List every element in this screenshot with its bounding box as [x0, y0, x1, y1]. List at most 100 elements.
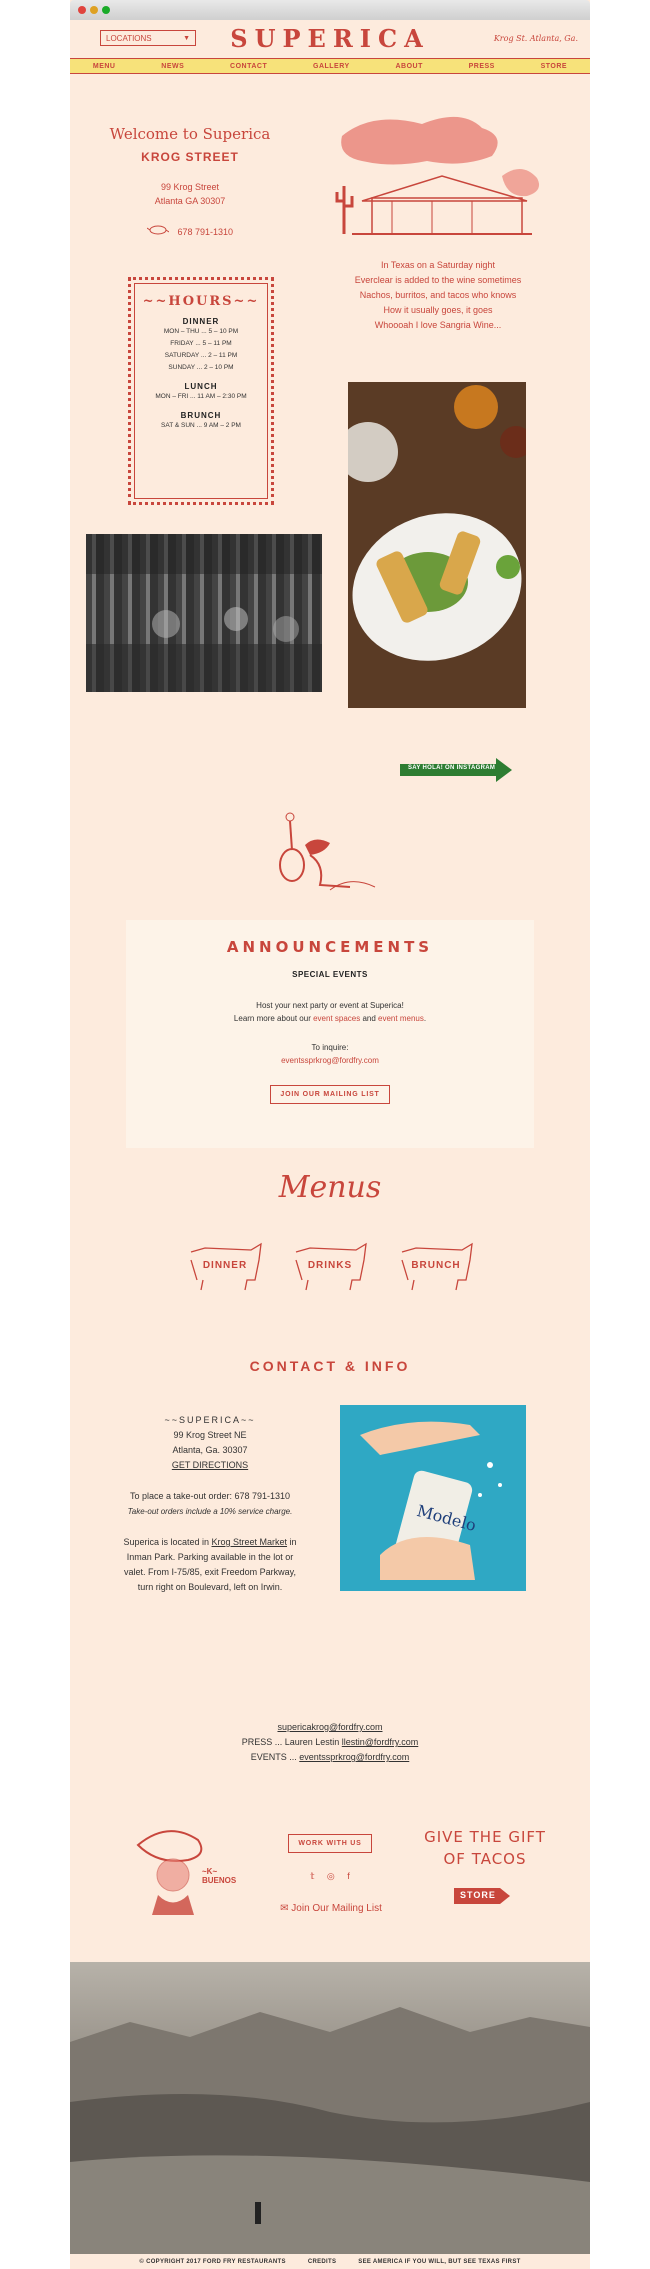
nav-item-gallery[interactable]: GALLERY	[313, 63, 350, 70]
event-menus-link[interactable]: event menus	[378, 1014, 424, 1023]
welcome-heading: Welcome to Superica	[109, 125, 271, 143]
hours-line: MON – FRI ... 11 AM – 2:30 PM	[155, 393, 247, 400]
brunch-label: BRUNCH	[180, 411, 222, 420]
menu-drinks-button[interactable]: DRINKS	[290, 1240, 370, 1296]
hours-line: SAT & SUN ... 9 AM – 2 PM	[161, 422, 241, 429]
sticker-text: ~K~ BUENOS	[202, 1867, 237, 1885]
phone-row[interactable]: 678 791-1310	[90, 224, 290, 237]
poem-line: Whoooah I love Sangria Wine...	[374, 320, 502, 330]
hours-line: SATURDAY ... 2 – 11 PM	[164, 352, 238, 359]
inquire-label: To inquire:	[311, 1043, 349, 1052]
copyright-text: © COPYRIGHT 2017 FORD FRY RESTAURANTS	[139, 2258, 286, 2265]
twitter-icon[interactable]: 𝕥	[310, 1871, 314, 1881]
text-fragment: Learn more about our	[233, 1014, 314, 1023]
events-email-link[interactable]: eventssprkrog@fordfry.com	[299, 1752, 409, 1762]
nav-item-contact[interactable]: CONTACT	[230, 63, 267, 70]
menu-dinner-label[interactable]: DINNER	[185, 1260, 265, 1271]
menu-brunch-label[interactable]: BRUNCH	[396, 1260, 476, 1271]
locations-label: LOCATIONS	[106, 34, 152, 43]
footer-slogan: SEE AMERICA IF YOU WILL, BUT SEE TEXAS F…	[358, 2258, 521, 2265]
store-label[interactable]: STORE	[460, 1890, 496, 1900]
event-spaces-link[interactable]: event spaces	[313, 1014, 360, 1023]
press-email-link[interactable]: llestin@fordfry.com	[342, 1737, 419, 1747]
main-email-link[interactable]: supericakrog@fordfry.com	[180, 1720, 480, 1735]
address-line: Atlanta GA 30307	[154, 196, 226, 206]
events-email-link[interactable]: eventssprkrog@fordfry.com	[281, 1056, 379, 1065]
phone-number[interactable]: 678 791-1310	[177, 227, 233, 237]
menu-drinks-label[interactable]: DRINKS	[290, 1260, 370, 1271]
nav-item-about[interactable]: ABOUT	[395, 63, 422, 70]
address-line: 99 Krog Street	[160, 182, 220, 192]
hours-card: ~~HOURS~~ DINNER MON – THU ... 5 – 10 PM…	[128, 277, 274, 505]
contact-emails: supericakrog@fordfry.com PRESS ... Laure…	[180, 1720, 480, 1765]
maximize-dot-icon[interactable]	[102, 6, 110, 14]
work-with-us-button[interactable]: WORK WITH US	[288, 1834, 372, 1853]
contact-heading: CONTACT & INFO	[249, 1358, 411, 1374]
mailing-list-link[interactable]: ✉ Join Our Mailing List	[266, 1903, 396, 1914]
mailing-list-label[interactable]: Join Our Mailing List	[291, 1903, 382, 1914]
special-events-heading: SPECIAL EVENTS	[292, 970, 368, 979]
nav-item-menu[interactable]: MENU	[93, 63, 116, 70]
events-contact: EVENTS ... eventssprkrog@fordfry.com	[180, 1750, 480, 1765]
poem-line: How it usually goes, it goes	[383, 305, 493, 315]
credits-link[interactable]: CREDITS	[308, 2259, 336, 2265]
chevron-down-icon: ▼	[183, 35, 190, 42]
join-mailing-list-button[interactable]: JOIN OUR MAILING LIST	[270, 1085, 390, 1104]
address-block: 99 Krog Street Atlanta GA 30307	[90, 180, 290, 208]
hours-line: SUNDAY ... 2 – 10 PM	[168, 364, 234, 371]
landscape-photo	[70, 1962, 590, 2262]
locations-dropdown[interactable]: LOCATIONS ▼	[100, 30, 196, 46]
main-nav: MENU NEWS CONTACT GALLERY ABOUT PRESS ST…	[70, 58, 590, 74]
browser-window: LOCATIONS ▼ SUPERICA Krog St. Atlanta, G…	[70, 0, 590, 2269]
contact-name: ~~SUPERICA~~	[164, 1415, 256, 1425]
minimize-dot-icon[interactable]	[90, 6, 98, 14]
mezcal-can-photo: Modelo	[340, 1405, 526, 1591]
text-fragment: .	[423, 1014, 427, 1023]
close-dot-icon[interactable]	[78, 6, 86, 14]
krog-street-market-link[interactable]: Krog Street Market	[212, 1537, 288, 1547]
facebook-icon[interactable]: f	[347, 1871, 350, 1881]
hours-line: MON – THU ... 5 – 10 PM	[163, 328, 239, 335]
instagram-link[interactable]: SAY HOLA! ON INSTAGRAM	[400, 758, 512, 782]
get-directions-link[interactable]: GET DIRECTIONS	[120, 1458, 300, 1473]
takeout-text: To place a take-out order: 678 791-1310	[129, 1491, 291, 1501]
nav-item-store[interactable]: STORE	[541, 63, 568, 70]
text-fragment: and	[360, 1014, 379, 1023]
restaurant-illustration	[332, 106, 544, 240]
social-icons: 𝕥 ◎ f	[286, 1871, 374, 1882]
announcements-panel: ANNOUNCEMENTS SPECIAL EVENTS Host your n…	[126, 920, 534, 1148]
contact-city: Atlanta, Ga. 30307	[172, 1445, 248, 1455]
instagram-label[interactable]: SAY HOLA! ON INSTAGRAM	[408, 765, 495, 771]
gift-promo[interactable]: GIVE THE GIFT OF TACOS	[410, 1826, 560, 1870]
contact-info: ~~SUPERICA~~ 99 Krog Street NE Atlanta, …	[120, 1413, 300, 1595]
nav-item-press[interactable]: PRESS	[469, 63, 495, 70]
announcements-title: ANNOUNCEMENTS	[226, 938, 434, 956]
poem-line: Everclear is added to the wine sometimes	[354, 275, 522, 285]
store-button[interactable]: STORE	[454, 1886, 510, 1906]
site-tagline: Krog St. Atlanta, Ga.	[493, 34, 578, 43]
menu-dinner-button[interactable]: DINNER	[185, 1240, 265, 1296]
work-with-us-wrap: WORK WITH US	[286, 1832, 374, 1853]
gift-line: OF TACOS	[443, 1850, 527, 1868]
cowboy-guitar-icon	[270, 805, 380, 895]
menus-heading: Menus	[278, 1170, 382, 1205]
poem-line: In Texas on a Saturday night	[381, 260, 495, 270]
announcement-text: Learn more about our event spaces and ev…	[126, 1012, 534, 1025]
menu-brunch-button[interactable]: BRUNCH	[396, 1240, 476, 1296]
location-heading: KROG STREET	[141, 150, 239, 164]
tacos-k-buenos-sticker: ~K~ BUENOS	[128, 1815, 248, 1925]
gift-line: GIVE THE GIFT	[424, 1828, 546, 1846]
takeout-note: Take-out orders include a 10% service ch…	[127, 1507, 293, 1516]
browser-chrome	[70, 0, 590, 20]
nav-item-news[interactable]: NEWS	[161, 63, 184, 70]
site-footer: © COPYRIGHT 2017 FORD FRY RESTAURANTS CR…	[70, 2254, 590, 2269]
announcement-text: Host your next party or event at Superic…	[256, 1001, 404, 1010]
envelope-icon: ✉	[280, 1903, 289, 1914]
site-header: LOCATIONS ▼ SUPERICA Krog St. Atlanta, G…	[70, 20, 590, 56]
instagram-icon[interactable]: ◎	[327, 1871, 335, 1881]
hours-line: FRIDAY ... 5 – 11 PM	[170, 340, 232, 347]
text-fragment: EVENTS ...	[250, 1752, 300, 1762]
press-contact: PRESS ... Lauren Lestin llestin@fordfry.…	[180, 1735, 480, 1750]
site-logo[interactable]: SUPERICA	[230, 24, 430, 53]
location-text: Superica is located in Krog Street Marke…	[120, 1535, 300, 1595]
